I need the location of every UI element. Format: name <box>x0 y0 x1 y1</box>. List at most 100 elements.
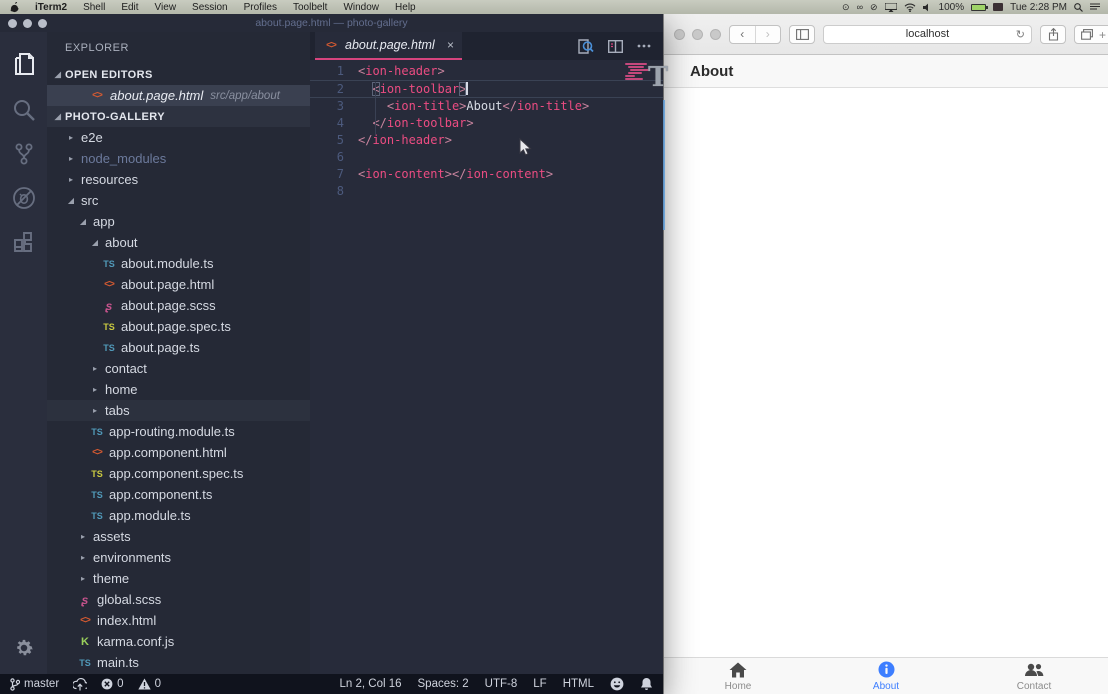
screen-record-icon[interactable]: ⊙ <box>842 2 850 12</box>
close-tab-icon[interactable]: × <box>447 38 454 52</box>
notification-center-icon[interactable] <box>1090 3 1100 11</box>
tree-item-about-page-scss[interactable]: ʂabout.page.scss <box>47 295 310 316</box>
tree-item-main-ts[interactable]: TSmain.ts <box>47 652 310 673</box>
menu-edit[interactable]: Edit <box>113 2 146 13</box>
tree-item-e2e[interactable]: ▸e2e <box>47 127 310 148</box>
tree-item-home[interactable]: ▸home <box>47 379 310 400</box>
explorer-icon[interactable] <box>0 44 47 88</box>
code-line-7[interactable]: 7<ion-content></ion-content> <box>310 166 663 183</box>
feedback-smiley-icon[interactable] <box>610 677 624 691</box>
tree-item-contact[interactable]: ▸contact <box>47 358 310 379</box>
tree-item-app-component-spec-ts[interactable]: TSapp.component.spec.ts <box>47 463 310 484</box>
tree-item-environments[interactable]: ▸environments <box>47 547 310 568</box>
indent-guide <box>375 82 376 135</box>
status-item[interactable]: Spaces: 2 <box>418 678 469 690</box>
tree-item-about-page-spec-ts[interactable]: TSabout.page.spec.ts <box>47 316 310 337</box>
reload-icon[interactable]: ↻ <box>1016 28 1025 41</box>
publish-changes-button[interactable] <box>73 678 87 691</box>
tab-home[interactable]: Home <box>664 658 812 694</box>
tree-item-about[interactable]: ◢about <box>47 232 310 253</box>
code-line-6[interactable]: 6 <box>310 149 663 166</box>
git-branch-indicator[interactable]: master <box>10 678 59 691</box>
debug-icon[interactable] <box>0 176 47 220</box>
safari-toolbar[interactable]: ‹ › localhost ↻ + <box>664 14 1108 55</box>
menu-session[interactable]: Session <box>184 2 236 13</box>
wifi-icon[interactable] <box>904 3 916 12</box>
address-url[interactable]: localhost <box>906 28 949 40</box>
settings-gear-icon[interactable] <box>0 630 47 666</box>
open-find-icon[interactable] <box>578 39 594 54</box>
tree-item-app-routing-module-ts[interactable]: TSapp-routing.module.ts <box>47 421 310 442</box>
extensions-icon[interactable] <box>0 220 47 264</box>
explorer-title: EXPLORER <box>47 40 310 64</box>
menu-toolbelt[interactable]: Toolbelt <box>285 2 335 13</box>
source-control-icon[interactable] <box>0 132 47 176</box>
share-button[interactable] <box>1040 25 1066 44</box>
zoom-window-button[interactable] <box>710 29 721 40</box>
forward-button[interactable]: › <box>755 26 781 43</box>
tree-item-assets[interactable]: ▸assets <box>47 526 310 547</box>
tree-item-app-module-ts[interactable]: TSapp.module.ts <box>47 505 310 526</box>
tree-item-global-scss[interactable]: ʂglobal.scss <box>47 589 310 610</box>
tab-about-page-html[interactable]: <> about.page.html × <box>315 32 462 60</box>
tree-item-label: app.module.ts <box>109 508 191 523</box>
split-editor-icon[interactable] <box>608 40 623 53</box>
menu-help[interactable]: Help <box>387 2 424 13</box>
tree-item-resources[interactable]: ▸resources <box>47 169 310 190</box>
do-not-disturb-icon[interactable]: ⊘ <box>870 2 878 12</box>
code-line-5[interactable]: 5</ion-header> <box>310 132 663 149</box>
apple-menu-icon[interactable] <box>10 2 19 13</box>
tree-item-app-component-html[interactable]: <>app.component.html <box>47 442 310 463</box>
safari-traffic-lights[interactable] <box>672 29 721 40</box>
sidebar-toggle-button[interactable] <box>789 25 815 44</box>
menu-clock[interactable]: Tue 2:28 PM <box>1010 2 1067 13</box>
more-actions-icon[interactable] <box>637 44 651 48</box>
vscode-title-bar[interactable]: about.page.html — photo-gallery <box>0 14 663 32</box>
spotlight-icon[interactable] <box>1074 3 1083 12</box>
search-icon[interactable] <box>0 88 47 132</box>
tree-item-node-modules[interactable]: ▸node_modules <box>47 148 310 169</box>
status-item[interactable]: UTF-8 <box>485 678 518 690</box>
status-item[interactable]: Ln 2, Col 16 <box>340 678 402 690</box>
code-line-8[interactable]: 8 <box>310 183 663 200</box>
tree-item-about-page-ts[interactable]: TSabout.page.ts <box>47 337 310 358</box>
volume-icon[interactable] <box>923 3 932 12</box>
tree-item-about-module-ts[interactable]: TSabout.module.ts <box>47 253 310 274</box>
input-source-icon[interactable] <box>993 3 1003 11</box>
minimize-window-button[interactable] <box>692 29 703 40</box>
notifications-bell-icon[interactable] <box>640 677 653 691</box>
menu-window[interactable]: Window <box>335 2 387 13</box>
code-line-3[interactable]: 3 <ion-title>About</ion-title> <box>310 98 663 115</box>
code-line-1[interactable]: 1<ion-header> <box>310 63 663 80</box>
tab-contact[interactable]: Contact <box>960 658 1108 694</box>
code-editor[interactable]: 1<ion-header>2 <ion-toolbar>3 <ion-title… <box>310 60 663 674</box>
tree-item-src[interactable]: ◢src <box>47 190 310 211</box>
airplay-icon[interactable] <box>885 3 897 12</box>
menu-profiles[interactable]: Profiles <box>236 2 285 13</box>
tree-item-tabs[interactable]: ▸tabs <box>47 400 310 421</box>
open-editor-item[interactable]: <> about.page.html src/app/about <box>47 85 310 106</box>
address-bar[interactable]: localhost ↻ <box>823 25 1032 44</box>
open-editors-header[interactable]: ◢ OPEN EDITORS <box>47 64 310 85</box>
code-line-2[interactable]: 2 <ion-toolbar> <box>310 80 663 98</box>
tree-item-index-html[interactable]: <>index.html <box>47 610 310 631</box>
warning-count[interactable]: 0 <box>138 678 161 690</box>
back-button[interactable]: ‹ <box>730 26 755 43</box>
tree-item-app-component-ts[interactable]: TSapp.component.ts <box>47 484 310 505</box>
menu-view[interactable]: View <box>147 2 185 13</box>
close-window-button[interactable] <box>674 29 685 40</box>
tree-item-app[interactable]: ◢app <box>47 211 310 232</box>
project-section-header[interactable]: ◢ PHOTO-GALLERY <box>47 106 310 127</box>
status-item[interactable]: LF <box>533 678 546 690</box>
status-item[interactable]: HTML <box>563 678 594 690</box>
glasses-icon[interactable]: ∞ <box>857 2 863 12</box>
tab-about[interactable]: About <box>812 658 960 694</box>
code-line-4[interactable]: 4 </ion-toolbar> <box>310 115 663 132</box>
menu-shell[interactable]: Shell <box>75 2 113 13</box>
new-tab-button[interactable]: + <box>1096 25 1108 44</box>
tree-item-karma-conf-js[interactable]: Kkarma.conf.js <box>47 631 310 652</box>
tree-item-about-page-html[interactable]: <>about.page.html <box>47 274 310 295</box>
tree-item-theme[interactable]: ▸theme <box>47 568 310 589</box>
error-count[interactable]: 0 <box>101 678 123 690</box>
menu-app-name[interactable]: iTerm2 <box>27 2 75 13</box>
